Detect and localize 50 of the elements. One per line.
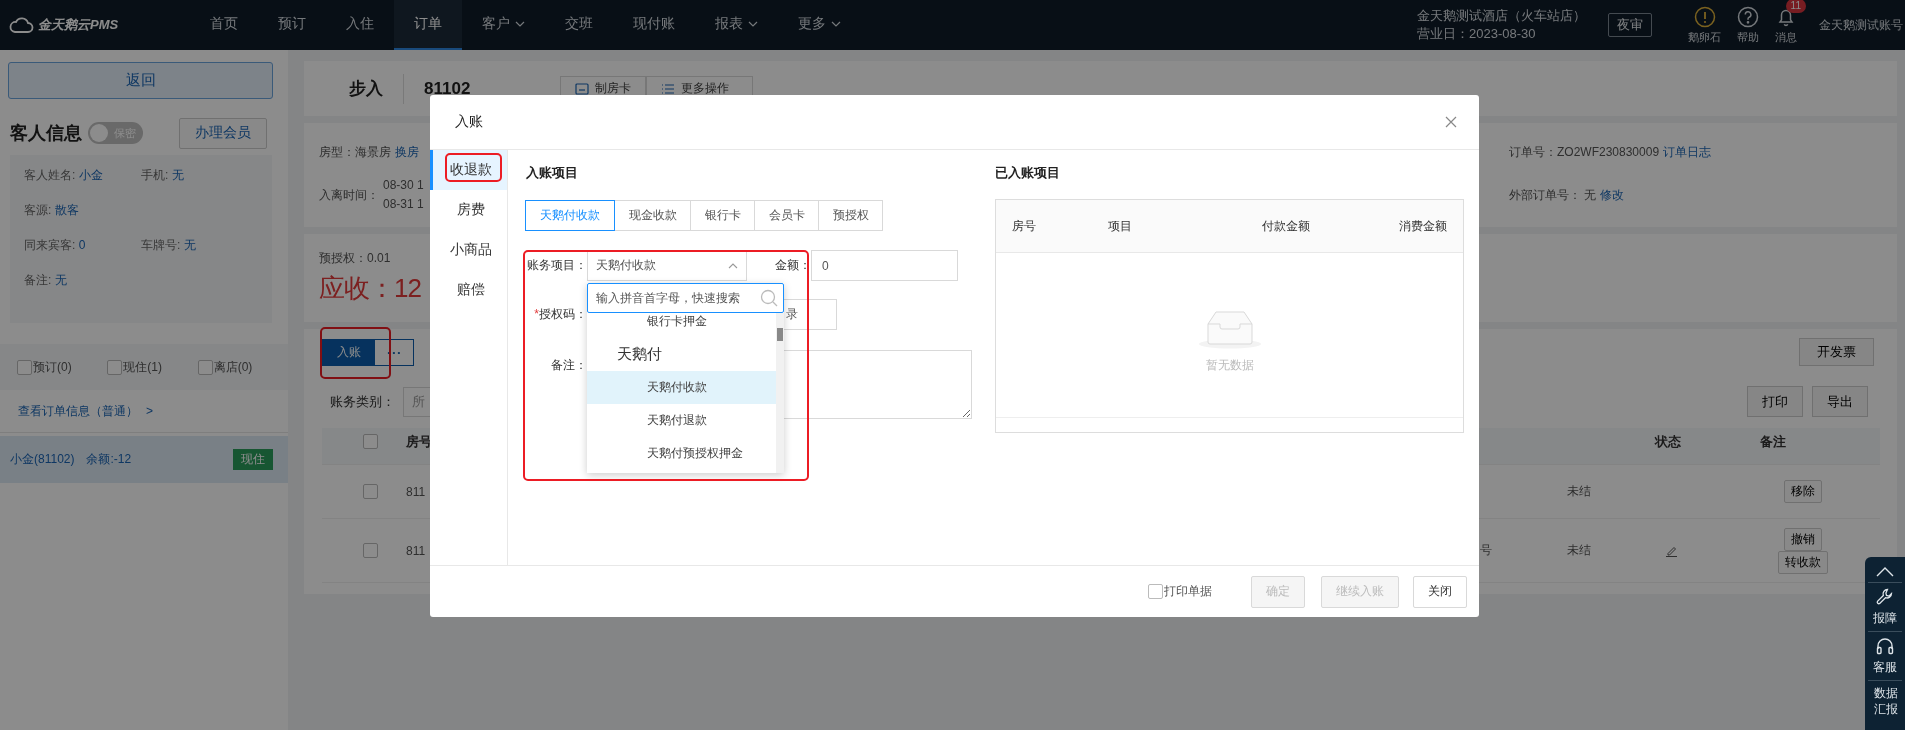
table-cell-text: 号 [1480, 542, 1493, 559]
stay-time: 08-30 1 [383, 177, 424, 194]
field-label: *授权码： [533, 306, 587, 323]
info-field: 车牌号: 无 [141, 236, 258, 254]
info-field: 同来宾客: 0 [24, 236, 141, 254]
field-label: 外部订单号： 无 [1509, 186, 1597, 204]
column-header: 消费金额 [1398, 217, 1447, 235]
column-header: 备注 [1760, 432, 1787, 451]
field-label: 入离时间： [319, 186, 379, 204]
column-header: 状态 [1655, 432, 1682, 451]
room-number: 81102 [424, 78, 471, 99]
info-field: 客人姓名: 小金 [24, 166, 141, 184]
field-label: 房型：海景房 [319, 143, 391, 161]
checkbox-label: 离店(0) [213, 358, 253, 376]
section-title: 入账项目 [526, 164, 579, 182]
dialog-title: 入账 [455, 113, 483, 131]
checkbox-label: 打印单据 [1164, 583, 1212, 600]
field-label: 备注： [550, 357, 587, 374]
table-cell-text: 未结 [1567, 483, 1592, 500]
status-title: 步入 [349, 78, 383, 100]
stay-time: 08-31 1 [383, 196, 424, 213]
empty-message: 暂无数据 [1205, 356, 1254, 374]
column-header: 房号 [1012, 217, 1037, 235]
info-field: 客源: 散客 [24, 201, 141, 219]
unread-count-badge: 11 [1785, 0, 1806, 13]
field-label: 金额： [774, 257, 811, 274]
column-header: 房号 [406, 432, 433, 451]
checkbox-label: 预订(0) [33, 358, 72, 376]
table-cell-text: 未结 [1567, 542, 1592, 559]
table-cell-text: 811 [406, 484, 427, 499]
preauth-amount: 预授权：0.01 [319, 250, 391, 267]
option-group-label: 天鹅付 [616, 344, 663, 364]
filter-label: 账务类别： [330, 392, 395, 411]
business-date: 营业日：2023-08-30 [1417, 25, 1537, 43]
field-label: 账务项目： [526, 257, 587, 274]
table-cell-text: 811 [406, 543, 427, 558]
guest-balance: 余额:-12 [86, 451, 132, 468]
section-title: 已入账项目 [995, 164, 1061, 182]
column-header: 付款金额 [1261, 217, 1310, 235]
info-field: 手机: 无 [141, 166, 258, 184]
status-tag: 现住 [233, 449, 273, 470]
receivable-amount: 应收：12 [319, 272, 421, 305]
field-label: 订单号：ZO2WF230830009 [1509, 143, 1660, 161]
logo-text: 金天鹅云PMS [38, 16, 119, 34]
checkbox-label: 现住(1) [123, 358, 162, 376]
chevron-right-icon: > [146, 404, 153, 418]
guest-name: 小金(81102) [10, 451, 75, 468]
column-header: 项目 [1108, 217, 1133, 235]
info-field: 备注: 无 [24, 271, 141, 289]
section-title: 客人信息 [10, 122, 82, 145]
